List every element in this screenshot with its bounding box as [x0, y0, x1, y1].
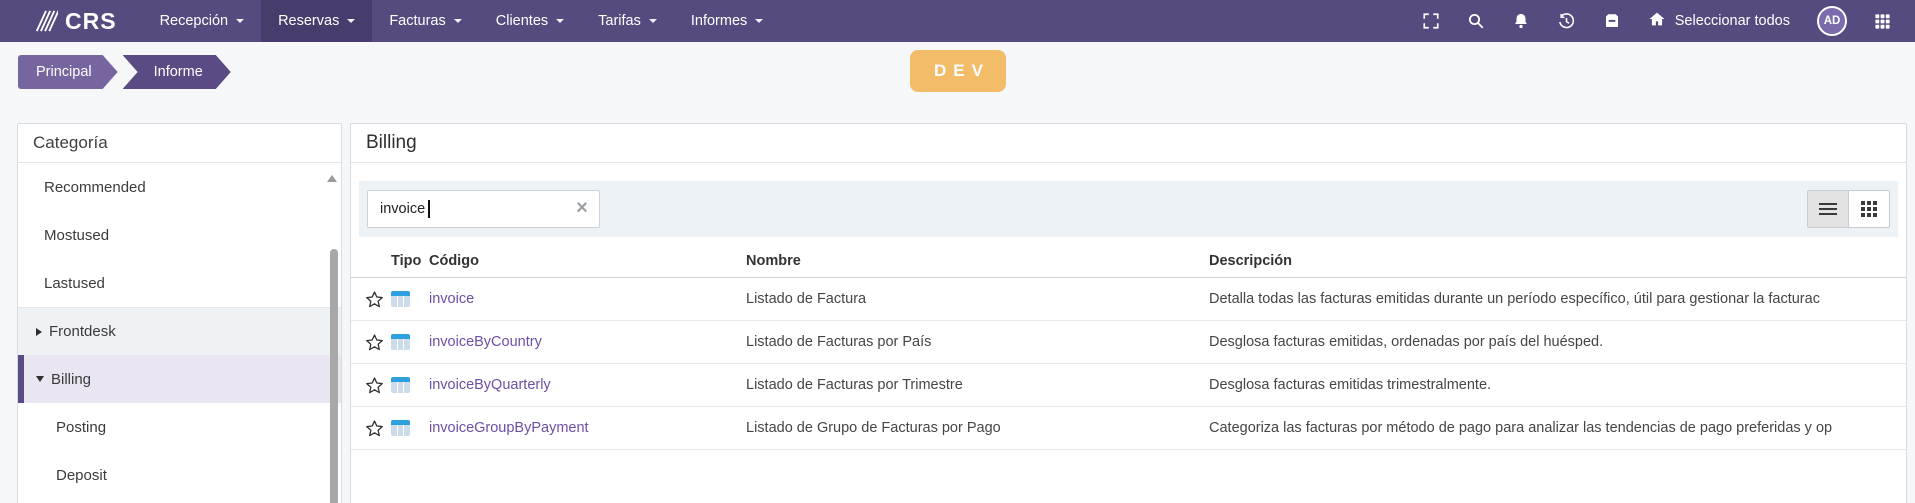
environment-badge: DEV: [909, 50, 1006, 92]
report-name: Listado de Facturas por Trimestre: [746, 377, 963, 393]
menu-item-facturas[interactable]: Facturas: [372, 0, 478, 42]
grid-view-icon: [1860, 200, 1878, 218]
chevron-down-icon: [648, 19, 657, 23]
home-icon: [1648, 10, 1666, 32]
search-icon[interactable]: [1467, 12, 1485, 30]
top-navbar: CRS Recepción Reservas Facturas Clientes…: [0, 0, 1915, 42]
clear-search-icon[interactable]: ×: [569, 195, 595, 221]
sidebar-item-lastused[interactable]: Lastused: [18, 259, 341, 307]
favorite-star-icon[interactable]: [357, 376, 391, 395]
menu-item-informes[interactable]: Informes: [674, 0, 780, 42]
chevron-down-icon: [755, 19, 764, 23]
page-title: Billing: [351, 124, 1906, 163]
text-cursor: [428, 200, 430, 218]
table-header-row: Tipo Código Nombre Descripción: [351, 245, 1906, 278]
chevron-down-icon: [347, 19, 356, 23]
app-logo[interactable]: CRS: [0, 0, 131, 42]
sidebar-item-deposit[interactable]: Deposit: [18, 451, 341, 499]
report-link[interactable]: invoiceByQuarterly: [429, 377, 746, 393]
inbox-icon[interactable]: [1603, 12, 1621, 30]
report-table-icon: [391, 377, 410, 393]
report-name: Listado de Grupo de Facturas por Pago: [746, 420, 1001, 436]
breadcrumb-bar: Principal Informe DEV: [0, 42, 1915, 100]
favorite-star-icon[interactable]: [357, 290, 391, 309]
sidebar-item-posting[interactable]: Posting: [18, 403, 341, 451]
sidebar-item-recommended[interactable]: Recommended: [18, 163, 341, 211]
menu-item-recepcion[interactable]: Recepción: [143, 0, 262, 42]
search-box: ×: [367, 190, 600, 228]
breadcrumb-item-informe[interactable]: Informe: [123, 55, 231, 89]
navbar-actions: Seleccionar todos AD: [1422, 0, 1915, 42]
report-table-icon: [391, 334, 410, 350]
sidebar-item-billing[interactable]: Billing: [18, 355, 341, 403]
reports-table: Tipo Código Nombre Descripción invoice L…: [351, 245, 1906, 450]
report-description: Categoriza las facturas por método de pa…: [1209, 420, 1833, 436]
report-link[interactable]: invoice: [429, 291, 746, 307]
menu-item-clientes[interactable]: Clientes: [479, 0, 581, 42]
table-row: invoiceGroupByPayment Listado de Grupo d…: [351, 407, 1906, 450]
caret-down-icon: [36, 376, 44, 382]
list-view-icon: [1819, 202, 1837, 216]
favorite-star-icon[interactable]: [357, 333, 391, 352]
table-row: invoice Listado de Factura Detalla todas…: [351, 278, 1906, 321]
sidebar-item-mostused[interactable]: Mostused: [18, 211, 341, 259]
favorite-star-icon[interactable]: [357, 419, 391, 438]
apps-grid-icon[interactable]: [1874, 13, 1891, 30]
report-description: Desglosa facturas emitidas trimestralmen…: [1209, 377, 1492, 393]
main-menu: Recepción Reservas Facturas Clientes Tar…: [143, 0, 781, 42]
report-link[interactable]: invoiceByCountry: [429, 334, 746, 350]
chevron-down-icon: [453, 19, 462, 23]
column-header-descripcion: Descripción: [1209, 253, 1292, 269]
fullscreen-icon[interactable]: [1422, 12, 1440, 30]
breadcrumb-item-principal[interactable]: Principal: [18, 55, 118, 89]
report-description: Desglosa facturas emitidas, ordenadas po…: [1209, 334, 1604, 350]
report-table-icon: [391, 291, 410, 307]
breadcrumb: Principal Informe: [18, 55, 231, 89]
category-list: Recommended Mostused Lastused Frontdesk …: [18, 163, 341, 499]
report-name: Listado de Factura: [746, 291, 867, 307]
reports-toolbar: ×: [359, 181, 1898, 237]
grid-view-button[interactable]: [1848, 190, 1890, 228]
column-header-codigo: Código: [429, 253, 479, 269]
caret-right-icon: [36, 327, 42, 336]
menu-item-tarifas[interactable]: Tarifas: [581, 0, 674, 42]
chevron-down-icon: [236, 19, 245, 23]
bell-icon[interactable]: [1512, 12, 1530, 30]
report-link[interactable]: invoiceGroupByPayment: [429, 420, 746, 436]
report-name: Listado de Facturas por País: [746, 334, 932, 350]
history-icon[interactable]: [1557, 12, 1576, 31]
report-description: Detalla todas las facturas emitidas dura…: [1209, 291, 1820, 307]
column-header-tipo: Tipo: [391, 253, 422, 269]
scroll-up-arrow-icon[interactable]: [327, 175, 337, 182]
sidebar-scrollbar-thumb[interactable]: [330, 249, 338, 503]
sidebar-item-frontdesk[interactable]: Frontdesk: [18, 307, 341, 355]
report-table-icon: [391, 420, 410, 436]
table-row: invoiceByQuarterly Listado de Facturas p…: [351, 364, 1906, 407]
logo-stripes-icon: [34, 8, 58, 34]
reports-panel: Billing × Tipo Código Nombre Descripción: [350, 123, 1907, 503]
logo-text: CRS: [65, 7, 117, 34]
table-row: invoiceByCountry Listado de Facturas por…: [351, 321, 1906, 364]
select-all-action[interactable]: Seleccionar todos: [1648, 10, 1790, 32]
search-input[interactable]: [367, 190, 600, 228]
chevron-down-icon: [556, 19, 565, 23]
category-panel: Categoría Recommended Mostused Lastused …: [17, 123, 342, 503]
user-avatar[interactable]: AD: [1817, 6, 1847, 36]
list-view-button[interactable]: [1807, 190, 1849, 228]
menu-item-reservas[interactable]: Reservas: [261, 0, 373, 42]
column-header-nombre: Nombre: [746, 253, 801, 269]
view-toggle: [1807, 190, 1890, 228]
category-panel-title: Categoría: [18, 124, 341, 163]
